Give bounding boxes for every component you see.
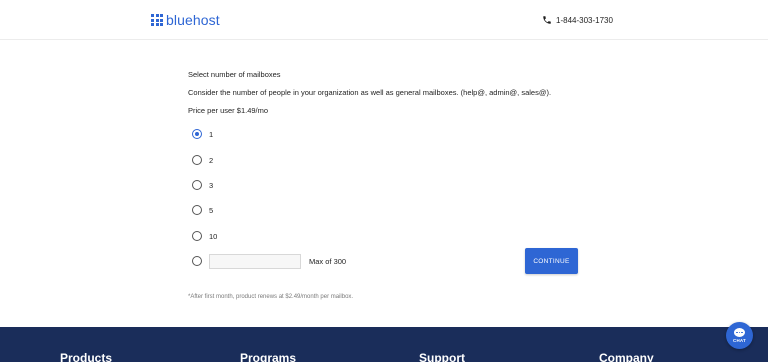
radio-button[interactable] (192, 180, 202, 190)
phone-number: 1-844-303-1730 (556, 15, 613, 25)
radio-button[interactable] (192, 256, 202, 266)
chat-bubble-icon (734, 328, 745, 337)
mailbox-option-3[interactable]: 3 (192, 180, 213, 190)
price-per-user: Price per user $1.49/mo (188, 106, 269, 115)
mailbox-option-5[interactable]: 5 (192, 205, 213, 215)
logo-grid-icon (151, 14, 163, 26)
mailbox-option-2[interactable]: 2 (192, 155, 213, 165)
phone-icon (543, 16, 551, 24)
footer-programs-heading[interactable]: Programs (240, 351, 296, 362)
bluehost-logo[interactable]: bluehost (151, 13, 220, 27)
option-label: 10 (209, 231, 218, 241)
radio-button[interactable] (192, 155, 202, 165)
footer-support-heading[interactable]: Support (419, 351, 465, 362)
radio-button[interactable] (192, 231, 202, 241)
option-label: 1 (209, 129, 214, 139)
footer-company-heading[interactable]: Company (599, 351, 654, 362)
option-label: 5 (209, 205, 214, 215)
logo-text: bluehost (166, 12, 220, 28)
chat-label: CHAT (733, 338, 746, 343)
option-label: 2 (209, 155, 214, 165)
mailbox-option-1[interactable]: 1 (192, 129, 213, 139)
custom-mailbox-count-input[interactable] (209, 254, 301, 269)
mailbox-option-custom[interactable] (192, 256, 202, 266)
footer-products-heading[interactable]: Products (60, 351, 112, 362)
phone-link[interactable]: 1-844-303-1730 (542, 15, 613, 25)
continue-button[interactable]: CONTINUE (525, 248, 578, 274)
option-label: 3 (209, 180, 214, 190)
mailbox-option-10[interactable]: 10 (192, 231, 217, 241)
renewal-footnote: *After first month, product renews at $2… (188, 294, 354, 300)
radio-button[interactable] (192, 205, 202, 215)
chat-button[interactable]: CHAT (726, 322, 753, 349)
site-header: bluehost 1-844-303-1730 (0, 0, 768, 40)
site-footer: Products Programs Support Company (0, 327, 768, 362)
mailbox-description: Consider the number of people in your or… (188, 88, 552, 97)
max-label: Max of 300 (309, 257, 347, 266)
radio-button-selected[interactable] (192, 129, 202, 139)
mailbox-heading: Select number of mailboxes (188, 70, 281, 79)
